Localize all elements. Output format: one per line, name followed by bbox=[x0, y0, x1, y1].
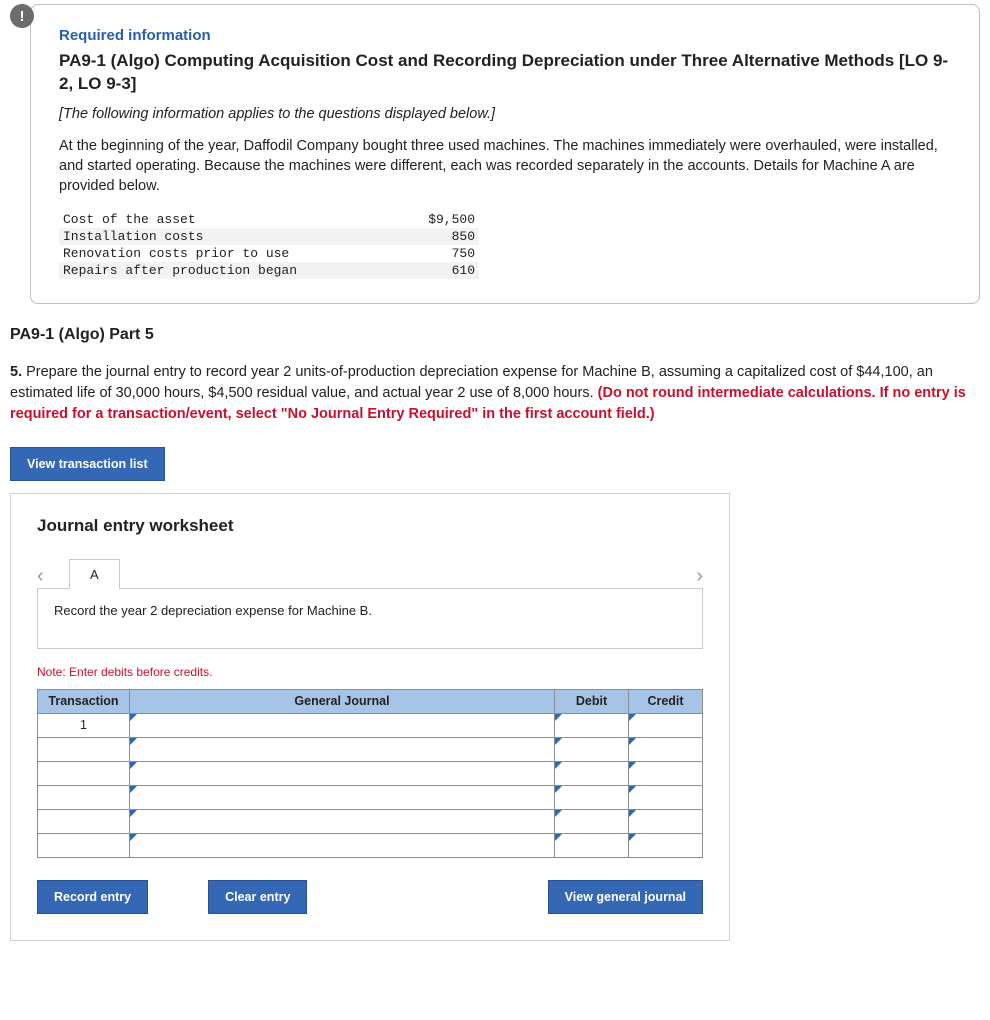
col-debit: Debit bbox=[555, 689, 629, 713]
chevron-left-icon[interactable]: ‹ bbox=[37, 565, 63, 588]
question-5: 5. Prepare the journal entry to record y… bbox=[10, 362, 980, 425]
debit-cell[interactable] bbox=[555, 833, 629, 857]
view-transaction-list-button[interactable]: View transaction list bbox=[10, 447, 165, 481]
alert-icon: ! bbox=[10, 4, 34, 28]
applies-note: [The following information applies to th… bbox=[59, 106, 951, 122]
cost-row-label: Repairs after production began bbox=[59, 262, 394, 279]
credit-cell[interactable] bbox=[629, 737, 703, 761]
general-journal-cell[interactable] bbox=[130, 785, 555, 809]
required-info-box: Required information PA9-1 (Algo) Comput… bbox=[30, 4, 980, 304]
cost-row-value: 850 bbox=[394, 228, 479, 245]
credit-cell[interactable] bbox=[629, 785, 703, 809]
part-title: PA9-1 (Algo) Part 5 bbox=[10, 326, 980, 344]
col-credit: Credit bbox=[629, 689, 703, 713]
problem-paragraph: At the beginning of the year, Daffodil C… bbox=[59, 136, 951, 197]
debit-cell[interactable] bbox=[555, 785, 629, 809]
debits-before-credits-note: Note: Enter debits before credits. bbox=[37, 665, 703, 679]
clear-entry-button[interactable]: Clear entry bbox=[208, 880, 307, 914]
debit-cell[interactable] bbox=[555, 737, 629, 761]
cost-row-value: $9,500 bbox=[394, 211, 479, 228]
q5-number: 5. bbox=[10, 364, 22, 380]
col-general-journal: General Journal bbox=[130, 689, 555, 713]
worksheet-title: Journal entry worksheet bbox=[37, 516, 703, 536]
cost-table: Cost of the asset $9,500 Installation co… bbox=[59, 211, 479, 279]
cost-row-label: Installation costs bbox=[59, 228, 394, 245]
transaction-cell: 1 bbox=[38, 713, 130, 737]
debit-cell[interactable] bbox=[555, 809, 629, 833]
general-journal-cell[interactable] bbox=[130, 713, 555, 737]
record-entry-button[interactable]: Record entry bbox=[37, 880, 148, 914]
transaction-cell bbox=[38, 785, 130, 809]
general-journal-cell[interactable] bbox=[130, 761, 555, 785]
cost-row-label: Cost of the asset bbox=[59, 211, 394, 228]
journal-table: Transaction General Journal Debit Credit… bbox=[37, 689, 703, 858]
general-journal-cell[interactable] bbox=[130, 833, 555, 857]
general-journal-cell[interactable] bbox=[130, 737, 555, 761]
worksheet-instruction: Record the year 2 depreciation expense f… bbox=[37, 588, 703, 649]
cost-row-value: 610 bbox=[394, 262, 479, 279]
view-general-journal-button[interactable]: View general journal bbox=[548, 880, 703, 914]
journal-worksheet: Journal entry worksheet ‹ A › Record the… bbox=[10, 493, 730, 941]
transaction-cell bbox=[38, 737, 130, 761]
required-info-label: Required information bbox=[59, 27, 951, 44]
cost-row-value: 750 bbox=[394, 245, 479, 262]
credit-cell[interactable] bbox=[629, 713, 703, 737]
transaction-cell bbox=[38, 809, 130, 833]
problem-title: PA9-1 (Algo) Computing Acquisition Cost … bbox=[59, 50, 951, 96]
credit-cell[interactable] bbox=[629, 833, 703, 857]
general-journal-cell[interactable] bbox=[130, 809, 555, 833]
cost-row-label: Renovation costs prior to use bbox=[59, 245, 394, 262]
debit-cell[interactable] bbox=[555, 713, 629, 737]
debit-cell[interactable] bbox=[555, 761, 629, 785]
transaction-cell bbox=[38, 833, 130, 857]
tab-a[interactable]: A bbox=[69, 559, 120, 589]
col-transaction: Transaction bbox=[38, 689, 130, 713]
credit-cell[interactable] bbox=[629, 809, 703, 833]
chevron-right-icon[interactable]: › bbox=[677, 565, 703, 588]
transaction-cell bbox=[38, 761, 130, 785]
credit-cell[interactable] bbox=[629, 761, 703, 785]
